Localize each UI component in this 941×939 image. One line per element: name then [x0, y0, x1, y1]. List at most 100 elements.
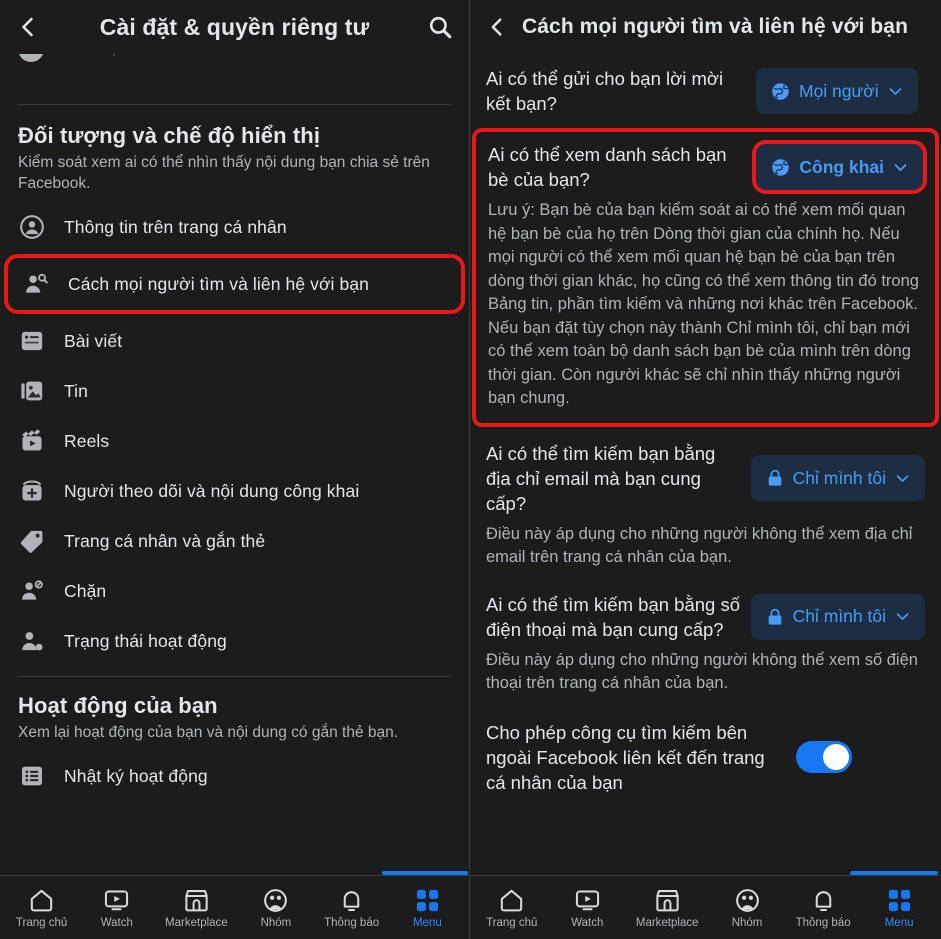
bell-icon	[815, 890, 831, 911]
cut-off-label: Chế độ tối	[64, 54, 142, 58]
follower-add-icon	[18, 477, 46, 505]
groups-icon	[264, 888, 288, 912]
left-scroll-indicator[interactable]	[382, 871, 468, 875]
activity-section-header: Hoạt động của bạn Xem lại hoạt động của …	[0, 677, 469, 743]
nav-item-label: Thông báo	[324, 916, 380, 929]
nav-item-label: Marketplace	[635, 916, 699, 929]
nav-item-watch[interactable]: Watch	[560, 887, 614, 929]
setting-description: Điều này áp dụng cho những người không t…	[486, 650, 918, 693]
marketplace-icon	[656, 889, 679, 911]
sidebar-item-label: Tin	[64, 380, 88, 401]
setting-question: Ai có thể tìm kiếm bạn bằng số điện thoạ…	[486, 593, 740, 640]
nav-item-groups[interactable]: Nhóm	[249, 887, 303, 929]
nav-item-marketplace[interactable]: Marketplace	[165, 887, 228, 929]
person-search-icon	[22, 270, 50, 298]
sidebar-item-stories[interactable]: Tin	[0, 366, 469, 416]
chevron-left-icon	[22, 17, 33, 37]
partially-scrolled-item[interactable]: Chế độ tối	[0, 54, 469, 100]
nav-item-label: Trang chủ	[15, 916, 68, 929]
nav-item-groups[interactable]: Nhóm	[720, 887, 774, 929]
sidebar-item-label: Reels	[64, 430, 110, 451]
chevron-left-icon	[491, 18, 502, 36]
setting-question: Cho phép công cụ tìm kiếm bên ngoài Face…	[486, 721, 765, 793]
lock-icon	[768, 469, 781, 486]
sidebar-item-reels[interactable]: Reels	[0, 416, 469, 466]
nav-item-label: Menu	[412, 916, 442, 929]
sidebar-item-label: Trang cá nhân và gắn thẻ	[64, 530, 266, 551]
active-status-icon	[18, 627, 46, 655]
toggle-knob	[823, 744, 849, 770]
back-button[interactable]	[486, 16, 508, 38]
menu-grid-icon	[416, 889, 438, 911]
globe-icon	[772, 82, 789, 100]
nav-item-label: Watch	[571, 916, 604, 929]
sidebar-item-posts[interactable]: Bài viết	[0, 316, 469, 366]
sidebar-item-label: Bài viết	[64, 330, 123, 351]
activity-log-icon	[18, 762, 46, 790]
watch-icon	[575, 889, 599, 910]
tag-icon	[18, 527, 46, 555]
nav-item-label: Thông báo	[795, 916, 851, 929]
marketplace-icon	[185, 889, 208, 911]
sidebar-item-label: Trạng thái hoạt động	[64, 630, 227, 651]
nav-item-marketplace[interactable]: Marketplace	[636, 887, 699, 929]
globe-icon	[772, 158, 790, 176]
setting-friend-list-visibility: Ai có thể xem danh sách bạn bè của bạn? …	[472, 128, 939, 427]
activity-menu-list: Nhật ký hoạt động	[0, 743, 469, 801]
audience-dropdown-email-search[interactable]: Chỉ mình tôi	[750, 455, 925, 501]
search-icon	[429, 16, 452, 39]
right-panel-how-people-find-you: Cách mọi người tìm và liên hệ với bạn Ai…	[470, 0, 941, 939]
bell-icon	[343, 890, 360, 911]
audience-section-title: Đối tượng và chế độ hiển thị	[18, 123, 321, 148]
chevron-down-icon	[896, 474, 909, 482]
page-title: Cài đặt & quyền riêng tư	[99, 13, 370, 40]
setting-friend-requests: Ai có thể gửi cho bạn lời mời kết bạn? M…	[470, 54, 941, 126]
nav-item-menu[interactable]: Menu	[872, 887, 926, 929]
watch-icon	[105, 889, 129, 910]
nav-item-notifications[interactable]: Thông báo	[324, 887, 379, 929]
person-block-icon	[18, 577, 46, 605]
dropdown-value: Công khai	[799, 156, 884, 177]
setting-question: Ai có thể gửi cho bạn lời mời kết bạn?	[486, 68, 724, 114]
dropdown-value: Mọi người	[799, 80, 879, 101]
search-button[interactable]	[419, 14, 453, 40]
left-header: Cài đặt & quyền riêng tư	[0, 0, 469, 54]
chevron-down-icon	[896, 613, 909, 620]
sidebar-item-active-status[interactable]: Trạng thái hoạt động	[0, 616, 469, 666]
sidebar-item-profile-and-tagging[interactable]: Trang cá nhân và gắn thẻ	[0, 516, 469, 566]
activity-section-subtitle: Xem lại hoạt động của bạn và nội dung có…	[18, 724, 399, 741]
nav-item-watch[interactable]: Watch	[90, 887, 144, 929]
setting-question: Ai có thể xem danh sách bạn bè của bạn?	[488, 144, 727, 190]
nav-item-home[interactable]: Trang chủ	[485, 887, 539, 929]
left-bottom-navigation: Trang chủ Watch Marketplace Nhóm Thông b…	[0, 875, 469, 939]
menu-grid-icon	[888, 889, 910, 911]
sidebar-item-followers-public-content[interactable]: Người theo dõi và nội dung công khai	[0, 466, 469, 516]
sidebar-item-blocking[interactable]: Chặn	[0, 566, 469, 616]
home-icon	[501, 889, 523, 911]
chevron-down-icon	[894, 163, 907, 171]
audience-dropdown-phone-search[interactable]: Chỉ mình tôi	[750, 593, 925, 640]
right-header: Cách mọi người tìm và liên hệ với bạn	[470, 0, 941, 54]
nav-item-menu[interactable]: Menu	[400, 887, 454, 929]
setting-search-by-email: Ai có thể tìm kiếm bạn bằng địa chỉ emai…	[470, 429, 941, 580]
right-bottom-navigation: Trang chủ Watch Marketplace Nhóm Thông b…	[470, 875, 941, 939]
stories-icon	[18, 377, 46, 405]
left-scroll-body[interactable]: Chế độ tối Đối tượng và chế độ hiển thị …	[0, 54, 469, 875]
nav-item-notifications[interactable]: Thông báo	[796, 887, 851, 929]
sidebar-item-label: Thông tin trên trang cá nhân	[64, 216, 287, 237]
sidebar-item-profile-information[interactable]: Thông tin trên trang cá nhân	[0, 202, 469, 252]
audience-dropdown-friend-requests[interactable]: Mọi người	[756, 68, 918, 114]
back-button[interactable]	[16, 15, 50, 39]
sidebar-item-how-people-find-contact-you[interactable]: Cách mọi người tìm và liên hệ với bạn	[4, 254, 465, 314]
groups-icon	[735, 888, 759, 912]
audience-dropdown-friend-list[interactable]: Công khai	[752, 140, 927, 194]
setting-question: Ai có thể tìm kiếm bạn bằng địa chỉ emai…	[486, 442, 716, 514]
lock-icon	[768, 608, 781, 625]
nav-item-home[interactable]: Trang chủ	[15, 887, 69, 929]
home-icon	[30, 889, 53, 911]
right-scroll-body[interactable]: Ai có thể gửi cho bạn lời mời kết bạn? M…	[470, 54, 941, 875]
right-scroll-indicator[interactable]	[850, 871, 938, 875]
cut-off-icon	[18, 54, 44, 62]
sidebar-item-activity-log[interactable]: Nhật ký hoạt động	[0, 751, 469, 801]
search-engine-toggle[interactable]	[796, 741, 852, 773]
